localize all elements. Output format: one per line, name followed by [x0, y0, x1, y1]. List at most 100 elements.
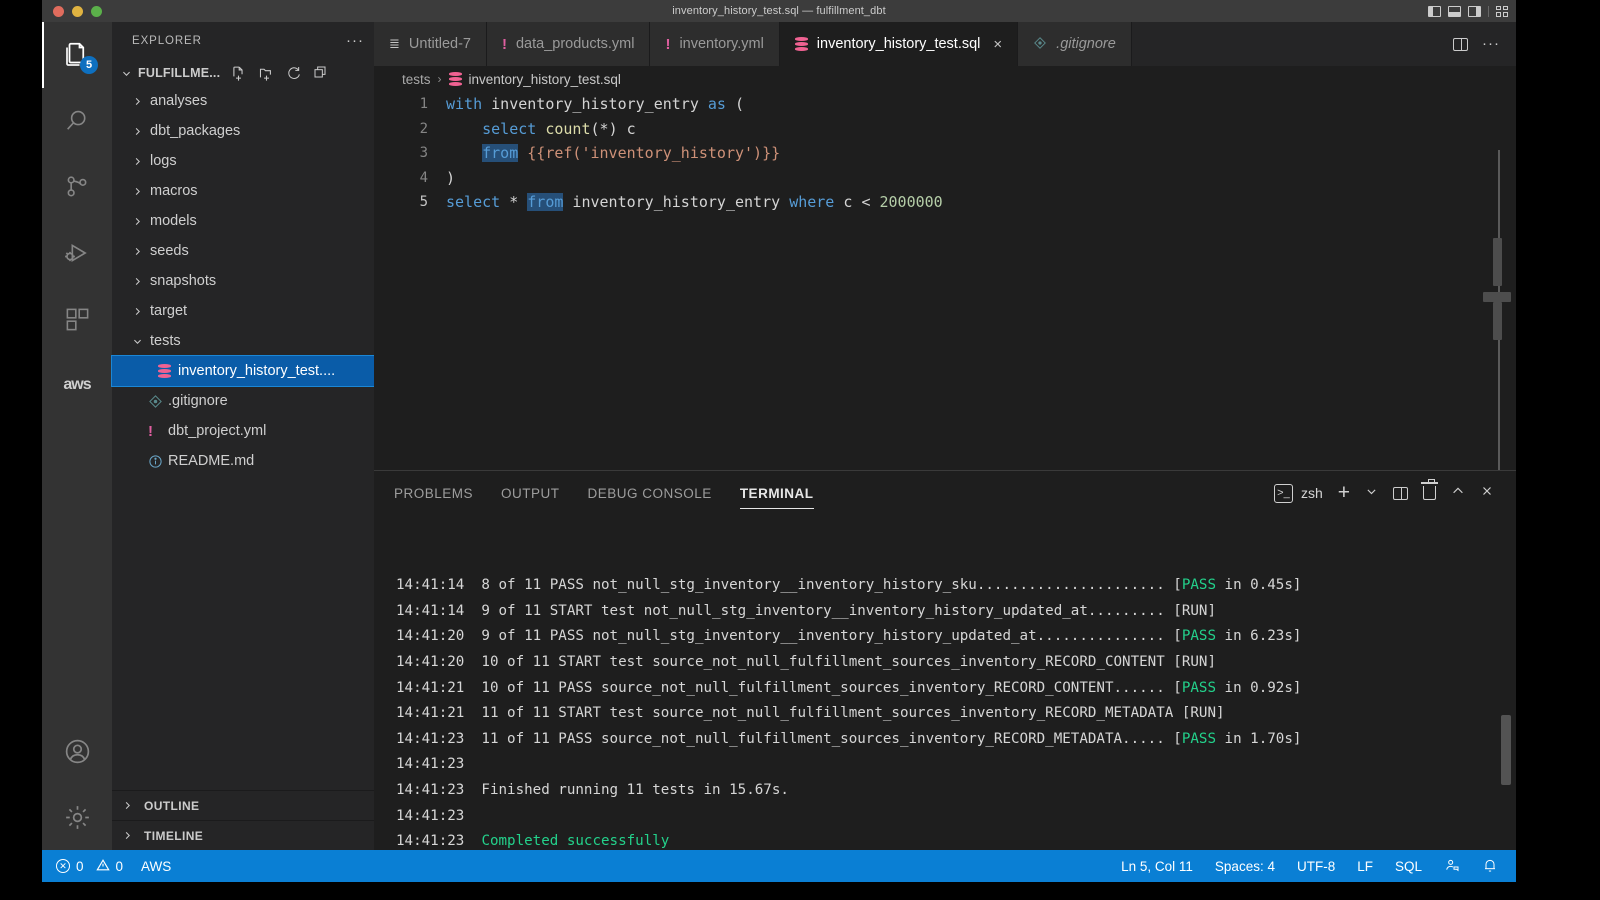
yaml-icon: ! [148, 422, 153, 440]
tree-row-macros[interactable]: macros [112, 176, 374, 206]
activity-item-aws[interactable]: aws [42, 352, 112, 418]
terminal-output[interactable]: 14:41:14 8 of 11 PASS not_null_stg_inven… [374, 515, 1516, 850]
tab-output[interactable]: OUTPUT [501, 471, 560, 515]
tab-inventory-yml[interactable]: ! inventory.yml [650, 22, 780, 66]
sidebar-section-timeline[interactable]: TIMELINE [112, 820, 374, 850]
active-terminal-selector[interactable]: >_ zsh [1273, 483, 1323, 503]
tree-row-logs[interactable]: logs [112, 146, 374, 176]
tab-data-products-yml[interactable]: ! data_products.yml [486, 22, 651, 66]
minimap-block [1493, 302, 1502, 340]
activity-item-accounts[interactable] [42, 718, 112, 784]
new-terminal-icon[interactable]: + [1338, 482, 1350, 503]
tree-row-dbt-project-yml[interactable]: ! dbt_project.yml [112, 416, 374, 446]
status-language-mode[interactable]: SQL [1395, 859, 1422, 874]
terminal-line: 14:41:21 11 of 11 START test source_not_… [396, 701, 1516, 727]
breadcrumb-file[interactable]: inventory_history_test.sql [469, 72, 621, 87]
terminal-dropdown-icon[interactable] [1365, 485, 1378, 502]
code-editor[interactable]: 1 with inventory_history_entry as (2 sele… [374, 92, 1516, 470]
toggle-panel-icon[interactable] [1448, 5, 1461, 17]
breadcrumb-folder[interactable]: tests [402, 72, 431, 87]
tree-row-readme-md[interactable]: README.md [112, 446, 374, 476]
terminal-timestamp: 14:41:21 [396, 679, 465, 696]
bell-icon[interactable] [1482, 857, 1498, 876]
chevron-right-icon[interactable] [132, 156, 150, 167]
tree-row-inventory-history-test-sql[interactable]: inventory_history_test.... [111, 355, 375, 387]
split-terminal-icon[interactable] [1393, 486, 1408, 500]
terminal-name: zsh [1300, 485, 1323, 501]
status-encoding[interactable]: UTF-8 [1297, 859, 1335, 874]
explorer-more-actions-icon[interactable]: ··· [346, 33, 364, 48]
chevron-right-icon[interactable] [132, 276, 150, 287]
activity-item-extensions[interactable] [42, 286, 112, 352]
collapse-all-icon [314, 66, 326, 78]
code-text[interactable]: select count(*) c [446, 117, 636, 142]
activity-item-explorer[interactable]: 5 [42, 22, 112, 88]
split-editor-icon[interactable] [1453, 37, 1468, 51]
chevron-down-icon[interactable] [132, 336, 150, 347]
chevron-right-icon[interactable] [122, 830, 138, 841]
status-cursor-position[interactable]: Ln 5, Col 11 [1121, 859, 1193, 874]
activity-item-search[interactable] [42, 88, 112, 154]
breadcrumb[interactable]: tests › inventory_history_test.sql [374, 66, 1516, 92]
tab-gitignore[interactable]: .gitignore [1018, 22, 1132, 66]
terminal-timestamp: 14:41:14 [396, 577, 465, 594]
tree-label: analyses [150, 93, 208, 109]
kill-terminal-icon[interactable] [1421, 479, 1438, 500]
tab-problems[interactable]: PROBLEMS [394, 471, 473, 515]
source-control-icon [67, 176, 87, 197]
code-line: 1 with inventory_history_entry as ( [374, 92, 1516, 117]
status-bar-right: Ln 5, Col 11 Spaces: 4 UTF-8 LF SQL [1121, 857, 1516, 876]
workspace-root-row[interactable]: FULFILLME... [112, 60, 374, 86]
minimap-block [1493, 238, 1502, 286]
activity-item-settings[interactable] [42, 784, 112, 850]
window-layout-controls[interactable] [1428, 0, 1508, 22]
chevron-right-icon[interactable] [132, 96, 150, 107]
status-indentation[interactable]: Spaces: 4 [1215, 859, 1275, 874]
tab-inventory-history-test-sql[interactable]: inventory_history_test.sql × [779, 22, 1019, 66]
close-tab-icon[interactable]: × [993, 36, 1002, 53]
editor-more-actions-icon[interactable]: ··· [1482, 36, 1500, 51]
chevron-right-icon[interactable] [132, 186, 150, 197]
code-token: select [482, 119, 537, 138]
activity-item-source-control[interactable] [42, 154, 112, 220]
code-text[interactable]: ) [446, 166, 455, 191]
code-text[interactable]: select * from inventory_history_entry wh… [446, 190, 943, 215]
feedback-icon[interactable] [1444, 857, 1460, 876]
activity-item-run-and-debug[interactable] [42, 220, 112, 286]
terminal-scrollbar[interactable] [1501, 715, 1511, 785]
tree-row-analyses[interactable]: analyses [112, 86, 374, 116]
chevron-right-icon[interactable] [132, 246, 150, 257]
toggle-primary-sidebar-icon[interactable] [1428, 5, 1441, 17]
editor-minimap-scrollbar[interactable] [1483, 92, 1511, 470]
tree-row-tests[interactable]: tests [112, 326, 374, 356]
toggle-secondary-sidebar-icon[interactable] [1468, 5, 1481, 17]
status-problems[interactable]: ✕ 0 0 [56, 858, 123, 875]
tree-row-gitignore[interactable]: .gitignore [112, 386, 374, 416]
code-text[interactable]: from {{ref('inventory_history')}} [446, 141, 780, 166]
chevron-right-icon[interactable] [132, 216, 150, 227]
status-aws[interactable]: AWS [141, 859, 171, 874]
chevron-right-icon[interactable] [122, 800, 138, 811]
close-panel-icon[interactable] [1480, 484, 1494, 502]
tree-row-dbt-packages[interactable]: dbt_packages [112, 116, 374, 146]
explorer-root-actions[interactable] [230, 65, 329, 82]
line-number: 5 [419, 194, 428, 211]
tree-row-seeds[interactable]: seeds [112, 236, 374, 266]
maximize-panel-icon[interactable] [1451, 484, 1465, 502]
tree-row-target[interactable]: target [112, 296, 374, 326]
tab-debug-console[interactable]: DEBUG CONSOLE [588, 471, 712, 515]
sidebar-section-outline[interactable]: OUTLINE [112, 790, 374, 820]
status-eol[interactable]: LF [1357, 859, 1373, 874]
tab-label: data_products.yml [515, 36, 635, 52]
tab-terminal[interactable]: TERMINAL [739, 471, 814, 515]
tree-row-snapshots[interactable]: snapshots [112, 266, 374, 296]
tree-row-models[interactable]: models [112, 206, 374, 236]
chevron-down-icon[interactable] [118, 68, 134, 79]
code-token: 2000000 [879, 193, 943, 212]
tab-untitled-7[interactable]: ≣ Untitled-7 [374, 22, 487, 66]
code-text[interactable]: with inventory_history_entry as ( [446, 92, 744, 117]
chevron-right-icon[interactable] [132, 306, 150, 317]
error-icon: ✕ [56, 859, 70, 873]
chevron-right-icon[interactable] [132, 126, 150, 137]
customize-layout-icon[interactable] [1496, 5, 1508, 17]
